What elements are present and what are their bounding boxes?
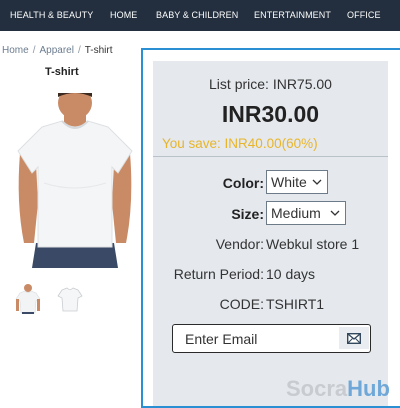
list-price: List price: INR75.00 <box>209 76 332 92</box>
breadcrumb-separator: / <box>77 45 81 56</box>
size-select-value: Medium <box>271 205 321 221</box>
product-title: T-shirt <box>45 66 79 78</box>
vendor-value: Webkul store 1 <box>266 236 360 252</box>
current-price: INR30.00 <box>221 101 320 127</box>
envelope-icon <box>347 332 361 344</box>
product-main-image[interactable] <box>14 93 136 268</box>
size-label: Size: <box>231 206 264 222</box>
watermark-logo: SocraHub <box>286 376 390 401</box>
chevron-down-icon <box>312 179 322 185</box>
color-label: Color: <box>222 175 264 191</box>
nav-item-home[interactable]: HOME <box>110 10 137 20</box>
top-navigation-bar: HEALTH & BEAUTY HOME BABY & CHILDREN ENT… <box>0 0 400 31</box>
breadcrumb: Home / Apparel / T-shirt <box>2 45 113 56</box>
size-select[interactable]: Medium <box>266 201 346 225</box>
nav-item-health-beauty[interactable]: HEALTH & BEAUTY <box>10 10 93 20</box>
breadcrumb-current: T-shirt <box>84 45 113 56</box>
nav-item-office[interactable]: OFFICE <box>347 10 381 20</box>
code-label: CODE: <box>219 296 264 312</box>
return-period-value: 10 days <box>266 266 316 282</box>
code-value: TSHIRT1 <box>266 296 325 312</box>
breadcrumb-separator: / <box>32 45 36 56</box>
chevron-down-icon <box>330 210 340 216</box>
product-info-panel: List price: INR75.00 INR30.00 You save: … <box>153 61 388 406</box>
nav-item-entertainment[interactable]: ENTERTAINMENT <box>254 10 331 20</box>
color-select-value: White <box>271 174 307 190</box>
email-subscribe-box <box>172 324 371 353</box>
nav-item-baby-children[interactable]: BABY & CHILDREN <box>156 10 238 20</box>
email-input[interactable] <box>176 328 337 349</box>
vendor-label: Vendor: <box>215 236 264 252</box>
thumbnail-model[interactable] <box>15 284 41 314</box>
breadcrumb-apparel-link[interactable]: Apparel <box>39 45 73 56</box>
email-submit-button[interactable] <box>339 327 369 349</box>
divider <box>153 156 388 157</box>
return-period-label: Return Period: <box>173 266 264 282</box>
breadcrumb-home-link[interactable]: Home <box>2 45 29 56</box>
savings-text: You save: INR40.00(60%) <box>162 136 318 151</box>
thumbnail-flat-shirt[interactable] <box>57 284 83 314</box>
color-select[interactable]: White <box>266 170 328 194</box>
